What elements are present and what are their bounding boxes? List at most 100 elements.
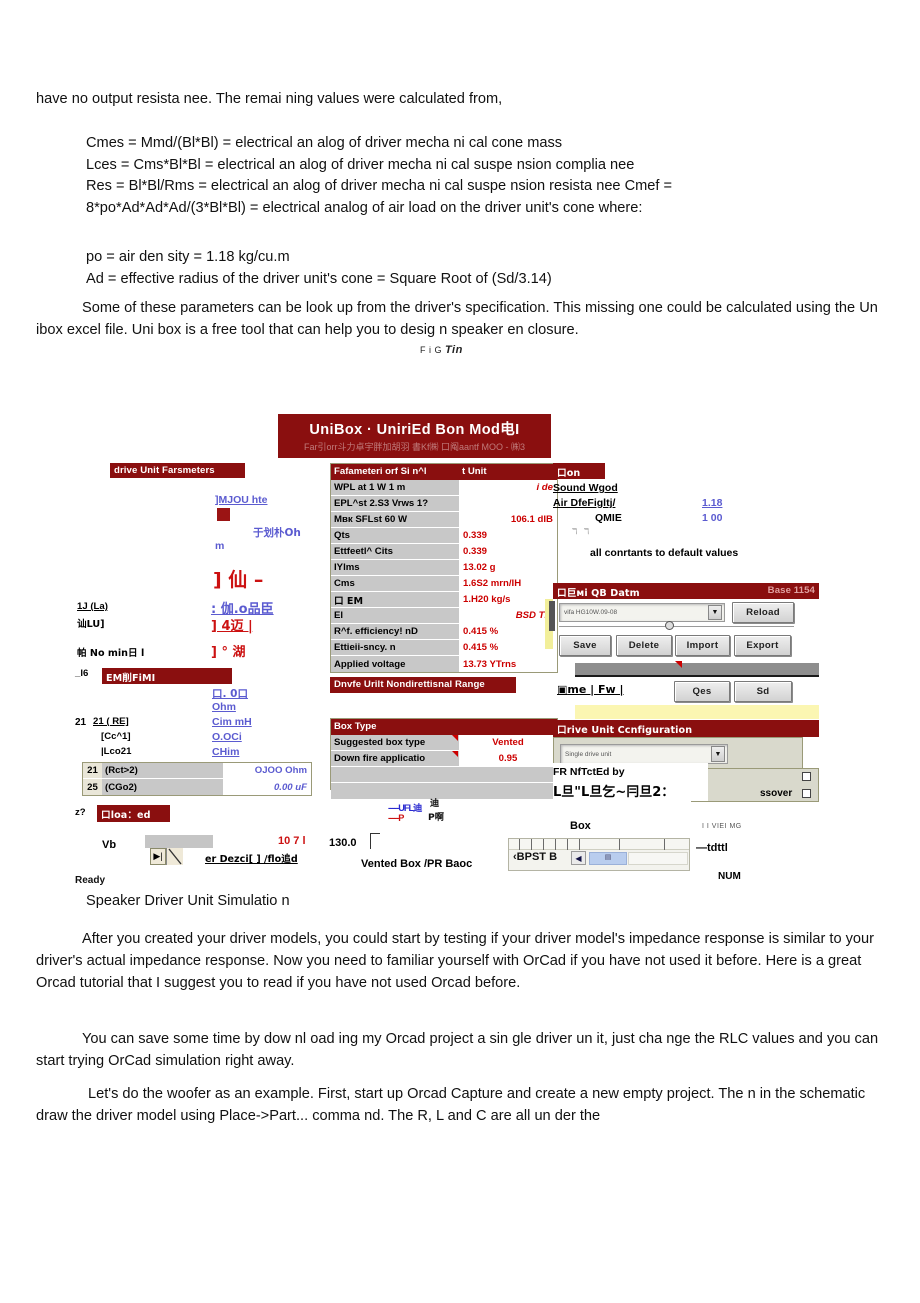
- table-row[interactable]: Ettfeetl^ Cits 0.339: [331, 544, 557, 560]
- row-value[interactable]: Vented: [459, 735, 557, 750]
- row-label: Down fire applicatio: [331, 751, 459, 766]
- sd-button[interactable]: Sd: [734, 681, 792, 702]
- row-label: Ettfeetl^ Cits: [331, 544, 459, 559]
- figure-marker-prefix: F i G: [420, 345, 445, 355]
- nomin-label: 帕 No min日 l: [77, 648, 145, 659]
- row-label: [331, 783, 557, 799]
- yellow-strip: [575, 705, 819, 719]
- table-row[interactable]: EPL^st 2.S3 Vrws 1?: [331, 496, 557, 512]
- paragraph-intro: have no output resista nee. The remai ni…: [36, 91, 503, 107]
- row-label: El: [331, 608, 459, 623]
- emi-grid: 21 (Rct>2) OJOO Ohm 25 (CGo2) 0.00 uF: [82, 762, 312, 796]
- row-number: 21: [83, 763, 102, 778]
- formula-line-1: Cmes = Mmd/(Bl*Bl) = electrical an alog …: [86, 135, 563, 151]
- row-value[interactable]: OJOO Ohm: [223, 763, 311, 778]
- row-label: R^f. efficiency! nD: [331, 624, 459, 639]
- row-value[interactable]: 0.339: [459, 528, 557, 543]
- horizontal-scroll-track[interactable]: [628, 852, 688, 865]
- row-value[interactable]: 0.95: [459, 751, 557, 766]
- chevron-down-icon[interactable]: ▼: [708, 605, 722, 620]
- row-value[interactable]: 106.1 dIB: [459, 512, 557, 527]
- table-row[interactable]: El BSD Tm: [331, 608, 557, 624]
- table-row[interactable]: Suggested box type Vented: [331, 735, 557, 751]
- me-fw-link[interactable]: ▣me | Fw |: [557, 683, 624, 696]
- loaded-header: 口loa：ed: [97, 805, 170, 822]
- mjou-link[interactable]: ]MJOU hte: [215, 494, 268, 506]
- row-value[interactable]: 1.H20 kg/s: [459, 592, 557, 607]
- air-density-value[interactable]: 1.18: [702, 497, 722, 509]
- row-label: (Rct>2): [102, 763, 223, 778]
- table-row[interactable]: Ettieii-sncy. n 0.415 %: [331, 640, 557, 656]
- row-value[interactable]: 0.415 %: [459, 624, 557, 639]
- vb-slider-track[interactable]: [145, 835, 213, 848]
- row-label: (CGo2): [102, 779, 223, 795]
- emi-prefix: _l6: [75, 668, 89, 679]
- table-row[interactable]: Mвк SFLst 60 W 106.1 dIB: [331, 512, 557, 528]
- driver-select-combo[interactable]: vifa HG10W.09-08 ▼: [559, 603, 725, 622]
- cell-comment-marker: [675, 661, 682, 668]
- delete-button[interactable]: Delete: [616, 635, 672, 656]
- emi-value-2: Cim mH: [212, 716, 252, 728]
- spinner-handle[interactable]: [665, 621, 674, 630]
- row-value[interactable]: 0.339: [459, 544, 557, 559]
- table-row[interactable]: Down fire applicatio 0.95: [331, 751, 557, 767]
- paragraph-after-models: After you created your driver models, yo…: [36, 931, 875, 991]
- row-value[interactable]: 0.00 uF: [223, 779, 311, 795]
- drive-config-combo[interactable]: Single drive unit ▼: [560, 744, 728, 764]
- emi-value-3: O.OCi: [212, 731, 242, 743]
- export-button[interactable]: Export: [734, 635, 791, 656]
- large-cjk-value: ] 仙 –: [213, 569, 264, 591]
- row-value[interactable]: [459, 496, 557, 511]
- ruler: [509, 839, 689, 850]
- header-gap: [659, 583, 671, 599]
- vb-link[interactable]: er Dezci[ ] /flo追d: [205, 851, 298, 865]
- row-value[interactable]: 13.73 YTrns: [459, 656, 557, 672]
- table-row[interactable]: WPL at 1 W 1 m i de: [331, 480, 557, 496]
- save-button[interactable]: Save: [559, 635, 611, 656]
- row-value[interactable]: 13.02 g: [459, 560, 557, 575]
- figure-marker: F i G Tin: [420, 344, 463, 356]
- table-row[interactable]: Cms 1.6S2 mrn/IH: [331, 576, 557, 592]
- qes-button[interactable]: Qes: [674, 681, 730, 702]
- reload-button[interactable]: Reload: [732, 602, 794, 623]
- constant-line-ad: Ad = effective radius of the driver unit…: [86, 270, 552, 287]
- table-row[interactable]: 25 (CGo2) 0.00 uF: [83, 779, 311, 795]
- row-value[interactable]: 0.415 %: [459, 640, 557, 655]
- table-header-row: Box Type: [331, 719, 557, 735]
- color-swatch[interactable]: [217, 508, 230, 521]
- unit-m-label: m: [215, 540, 225, 552]
- row-value[interactable]: 1.6S2 mrn/IH: [459, 576, 557, 591]
- checkbox-2[interactable]: [802, 789, 811, 798]
- formula-line-2: Lces = Cms*Bl*Bl = electrical an alog of…: [86, 156, 635, 173]
- table-row[interactable]: R^f. efficiency! nD 0.415 %: [331, 624, 557, 640]
- table-row[interactable]: 21 (Rct>2) OJOO Ohm: [83, 763, 311, 779]
- vb-slider-thumb[interactable]: ▶|: [150, 848, 166, 865]
- checkbox-1[interactable]: [802, 772, 811, 781]
- qmie-value[interactable]: 1 00: [702, 512, 722, 524]
- checkbox-row[interactable]: ℸ ℸ: [572, 527, 589, 536]
- z-prefix: z?: [75, 807, 86, 818]
- table-row[interactable]: Applied voltage 13.73 YTrns: [331, 656, 557, 672]
- nondirectional-header: Dnvfe Urilt Nondirettisnal Range: [330, 677, 516, 693]
- horizontal-scroll-thumb[interactable]: ▤: [589, 852, 627, 865]
- sheet-tab-label[interactable]: ‹BPST B: [513, 851, 557, 863]
- legend-ufl-suffix: 迪: [430, 798, 440, 809]
- import-button[interactable]: Import: [675, 635, 730, 656]
- table-row[interactable]: [331, 783, 557, 799]
- table-row[interactable]: 口 ЕМ 1.H20 kg/s: [331, 592, 557, 608]
- driver-select-value: vifa HG10W.09-08: [564, 609, 618, 616]
- table-row[interactable]: IYlms 13.02 g: [331, 560, 557, 576]
- row-value[interactable]: i de: [459, 480, 557, 495]
- chevron-down-icon[interactable]: ▼: [711, 746, 725, 762]
- air-density-label: Air DfeFigltj/: [553, 497, 616, 509]
- box-type-header: Box Type: [331, 719, 557, 734]
- unibox-title: UniBox · UniriEd Bon Mod电I: [309, 422, 520, 438]
- table-row[interactable]: Qts 0.339: [331, 528, 557, 544]
- scroll-left-button[interactable]: ◀: [571, 851, 586, 865]
- row-label: Ettieii-sncy. n: [331, 640, 459, 655]
- table-row[interactable]: [331, 767, 557, 783]
- row-label: 口 ЕМ: [331, 592, 459, 607]
- row-value[interactable]: BSD Tm: [459, 608, 557, 623]
- unibox-subtitle: Far引orr斗力卓宇胖加胡羽 書Kf㈱ 口阄aantf MOO - ㈱3: [303, 442, 526, 452]
- legend-p: -----P: [388, 813, 404, 823]
